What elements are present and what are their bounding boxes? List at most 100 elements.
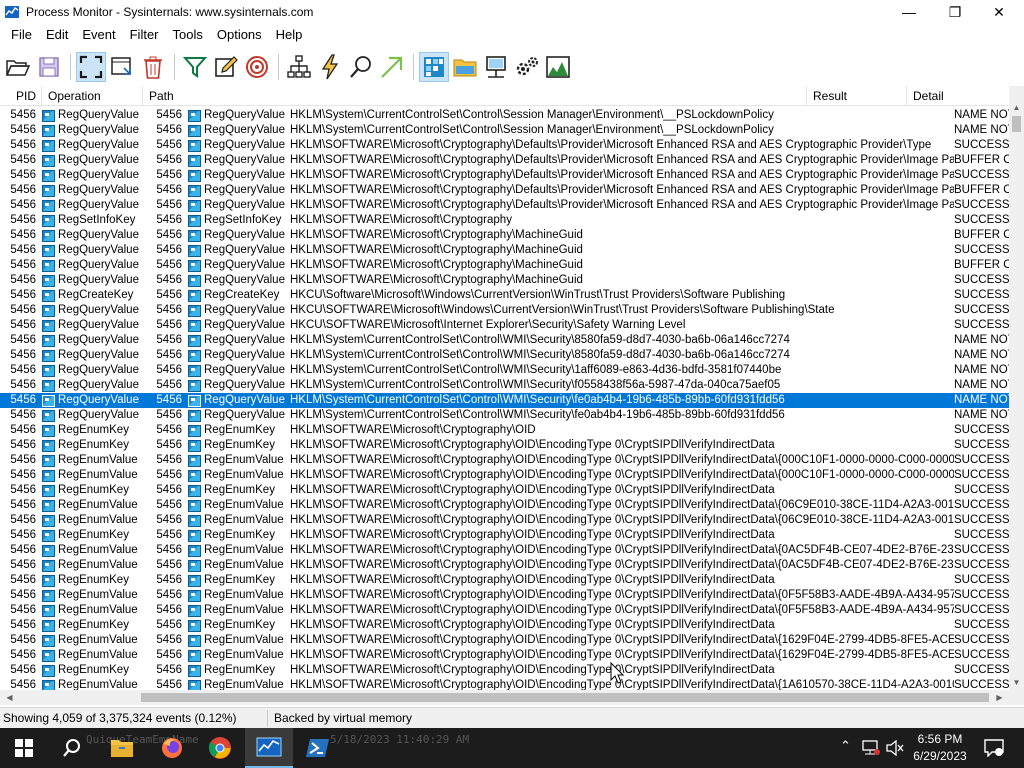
- event-row[interactable]: 5456 RegQueryValue 5456 RegQueryValue HKLM\S…: [0, 108, 1009, 123]
- horizontal-scroll-thumb[interactable]: [141, 693, 989, 702]
- highlight-button[interactable]: [211, 52, 241, 82]
- filter-button[interactable]: [180, 52, 210, 82]
- event-row[interactable]: 5456 RegQueryValue 5456 RegQueryValue HKCU\S…: [0, 303, 1009, 318]
- event-row[interactable]: 5456 RegEnumValue 5456 RegEnumValue HKLM\SOF…: [0, 498, 1009, 513]
- save-button[interactable]: [34, 52, 64, 82]
- event-row[interactable]: 5456 RegQueryValue 5456 RegQueryValue HKLM\S…: [0, 363, 1009, 378]
- find-button[interactable]: [346, 52, 376, 82]
- event-row[interactable]: 5456 RegQueryValue 5456 RegQueryValue HKLM\S…: [0, 243, 1009, 258]
- event-row[interactable]: 5456 RegQueryValue 5456 RegQueryValue HKLM\S…: [0, 183, 1009, 198]
- event-row[interactable]: 5456 RegEnumValue 5456 RegEnumValue HKLM\SOF…: [0, 468, 1009, 483]
- show-hidden-icons-chevron-icon[interactable]: ⌃: [840, 738, 851, 754]
- taskbar-chrome[interactable]: [196, 728, 244, 768]
- clear-button[interactable]: [138, 52, 168, 82]
- event-list[interactable]: 5456 RegQueryValue 5456 RegQueryValue HKLM\S…: [0, 108, 1009, 690]
- toolbar-separator: [70, 54, 71, 80]
- show-network-activity-button[interactable]: [481, 52, 511, 82]
- vertical-scrollbar[interactable]: ▲ ▼: [1009, 86, 1024, 690]
- capture-button[interactable]: [76, 52, 106, 82]
- event-row[interactable]: 5456 RegEnumKey 5456 RegEnumKey HKLM\SOFTWAR…: [0, 423, 1009, 438]
- event-row[interactable]: 5456 RegQueryValue 5456 RegQueryValue HKCU\S…: [0, 318, 1009, 333]
- volume-muted-icon[interactable]: [886, 740, 904, 756]
- notification-center-icon[interactable]: [984, 739, 1004, 757]
- column-header-result[interactable]: Result: [807, 86, 907, 106]
- event-row[interactable]: 5456 RegEnumValue 5456 RegEnumValue HKLM\SOF…: [0, 588, 1009, 603]
- event-row[interactable]: 5456 RegEnumValue 5456 RegEnumValue HKLM\SOF…: [0, 453, 1009, 468]
- event-row[interactable]: 5456 RegEnumKey 5456 RegEnumKey HKLM\SOFTWAR…: [0, 483, 1009, 498]
- event-row[interactable]: 5456 RegQueryValue 5456 RegQueryValue HKLM\S…: [0, 198, 1009, 213]
- show-process-activity-button[interactable]: [512, 52, 542, 82]
- menu-event[interactable]: Event: [75, 24, 122, 46]
- maximize-button[interactable]: ❐: [932, 0, 978, 24]
- taskbar-firefox[interactable]: [148, 728, 196, 768]
- event-row[interactable]: 5456 RegQueryValue 5456 RegQueryValue HKLM\S…: [0, 168, 1009, 183]
- event-row[interactable]: 5456 RegQueryValue 5456 RegQueryValue HKLM\S…: [0, 228, 1009, 243]
- event-row[interactable]: 5456 RegEnumKey 5456 RegEnumKey HKLM\SOFTWAR…: [0, 573, 1009, 588]
- scroll-left-arrow-icon[interactable]: ◀: [2, 690, 17, 705]
- event-row[interactable]: 5456 RegEnumValue 5456 RegEnumValue HKLM\SOF…: [0, 513, 1009, 528]
- capture-icon: [79, 55, 103, 79]
- event-row[interactable]: 5456 RegQueryValue 5456 RegQueryValue HKLM\S…: [0, 333, 1009, 348]
- show-filesystem-activity-button[interactable]: [450, 52, 480, 82]
- event-row[interactable]: 5456 RegEnumKey 5456 RegEnumKey HKLM\SOFTWAR…: [0, 663, 1009, 678]
- event-row[interactable]: 5456 RegQueryValue 5456 RegQueryValue HKLM\S…: [0, 123, 1009, 138]
- autoscroll-button[interactable]: [107, 52, 137, 82]
- start-button[interactable]: [0, 728, 48, 768]
- title-bar: Process Monitor - Sysinternals: www.sysi…: [0, 0, 1024, 24]
- network-status-icon[interactable]: [862, 740, 880, 756]
- scroll-up-arrow-icon[interactable]: ▲: [1009, 100, 1024, 115]
- registry-icon: [42, 169, 55, 182]
- clock[interactable]: 6:56 PM 6/29/2023: [904, 731, 976, 765]
- taskbar-process-monitor[interactable]: [245, 728, 293, 768]
- minimize-button[interactable]: —: [886, 0, 932, 24]
- event-row[interactable]: 5456 RegSetInfoKey 5456 RegSetInfoKey HKLM\S…: [0, 213, 1009, 228]
- column-header-pid[interactable]: PID: [0, 86, 42, 106]
- open-button[interactable]: [3, 52, 33, 82]
- event-row[interactable]: 5456 RegEnumValue 5456 RegEnumValue HKLM\SOF…: [0, 633, 1009, 648]
- event-row[interactable]: 5456 RegEnumValue 5456 RegEnumValue HKLM\SOF…: [0, 558, 1009, 573]
- menu-tools[interactable]: Tools: [166, 24, 210, 46]
- scroll-right-arrow-icon[interactable]: ▶: [992, 690, 1007, 705]
- event-row[interactable]: 5456 RegEnumValue 5456 RegEnumValue HKLM\SOF…: [0, 603, 1009, 618]
- event-row[interactable]: 5456 RegCreateKey 5456 RegCreateKey HKCU\Sof…: [0, 288, 1009, 303]
- taskbar-file-explorer[interactable]: [98, 728, 146, 768]
- menu-options[interactable]: Options: [210, 24, 269, 46]
- pid-cell: 5456: [10, 679, 36, 690]
- result-cell: BUFFER O: [954, 259, 1009, 271]
- process-tree-button[interactable]: [284, 52, 314, 82]
- operation-text: RegEnumValue: [58, 454, 138, 466]
- menu-filter[interactable]: Filter: [123, 24, 166, 46]
- menu-file[interactable]: File: [4, 24, 39, 46]
- menu-help[interactable]: Help: [269, 24, 310, 46]
- column-header-path[interactable]: Path: [143, 86, 807, 106]
- event-row[interactable]: 5456 RegEnumValue 5456 RegEnumValue HKLM\SOF…: [0, 648, 1009, 663]
- taskbar-search-button[interactable]: [48, 728, 96, 768]
- column-header-operation[interactable]: Operation: [42, 86, 143, 106]
- event-row[interactable]: 5456 RegQueryValue 5456 RegQueryValue HKLM\S…: [0, 378, 1009, 393]
- vertical-scroll-thumb[interactable]: [1012, 116, 1021, 132]
- event-row[interactable]: 5456 RegQueryValue 5456 RegQueryValue HKLM\S…: [0, 138, 1009, 153]
- show-profiling-button[interactable]: [543, 52, 573, 82]
- target-button[interactable]: [242, 52, 272, 82]
- operation-cell: RegQueryValue: [40, 258, 142, 273]
- menu-edit[interactable]: Edit: [39, 24, 75, 46]
- show-registry-activity-button[interactable]: [419, 52, 449, 82]
- event-row[interactable]: 5456 RegQueryValue 5456 RegQueryValue HKLM\S…: [0, 258, 1009, 273]
- event-row[interactable]: 5456 RegEnumValue 5456 RegEnumValue HKLM\SOF…: [0, 543, 1009, 558]
- close-button[interactable]: ✕: [976, 0, 1022, 24]
- event-row[interactable]: 5456 RegQueryValue 5456 RegQueryValue HKLM\S…: [0, 153, 1009, 168]
- column-header-detail[interactable]: Detail: [907, 86, 1009, 106]
- horizontal-scrollbar[interactable]: ◀ ▶: [0, 690, 1024, 705]
- jump-to-button[interactable]: [377, 52, 407, 82]
- event-row[interactable]: 5456 RegEnumValue 5456 RegEnumValue HKLM\SOF…: [0, 678, 1009, 690]
- event-row[interactable]: 5456 RegEnumKey 5456 RegEnumKey HKLM\SOFTWAR…: [0, 438, 1009, 453]
- event-row[interactable]: 5456 RegQueryValue 5456 RegQueryValue HKLM\S…: [0, 273, 1009, 288]
- event-row[interactable]: 5456 RegQueryValue 5456 RegQueryValue HKLM\S…: [0, 408, 1009, 423]
- scroll-down-arrow-icon[interactable]: ▼: [1009, 675, 1024, 690]
- event-row[interactable]: 5456 RegEnumKey 5456 RegEnumKey HKLM\SOFTWAR…: [0, 618, 1009, 633]
- event-row[interactable]: 5456 RegQueryValue 5456 RegQueryValue HKLM\S…: [0, 348, 1009, 363]
- jump-button[interactable]: [315, 52, 345, 82]
- taskbar-powershell[interactable]: [294, 728, 342, 768]
- event-row[interactable]: 5456 RegEnumKey 5456 RegEnumKey HKLM\SOFTWAR…: [0, 528, 1009, 543]
- event-row[interactable]: 5456 RegQueryValue 5456 RegQueryValue HKLM\S…: [0, 393, 1009, 408]
